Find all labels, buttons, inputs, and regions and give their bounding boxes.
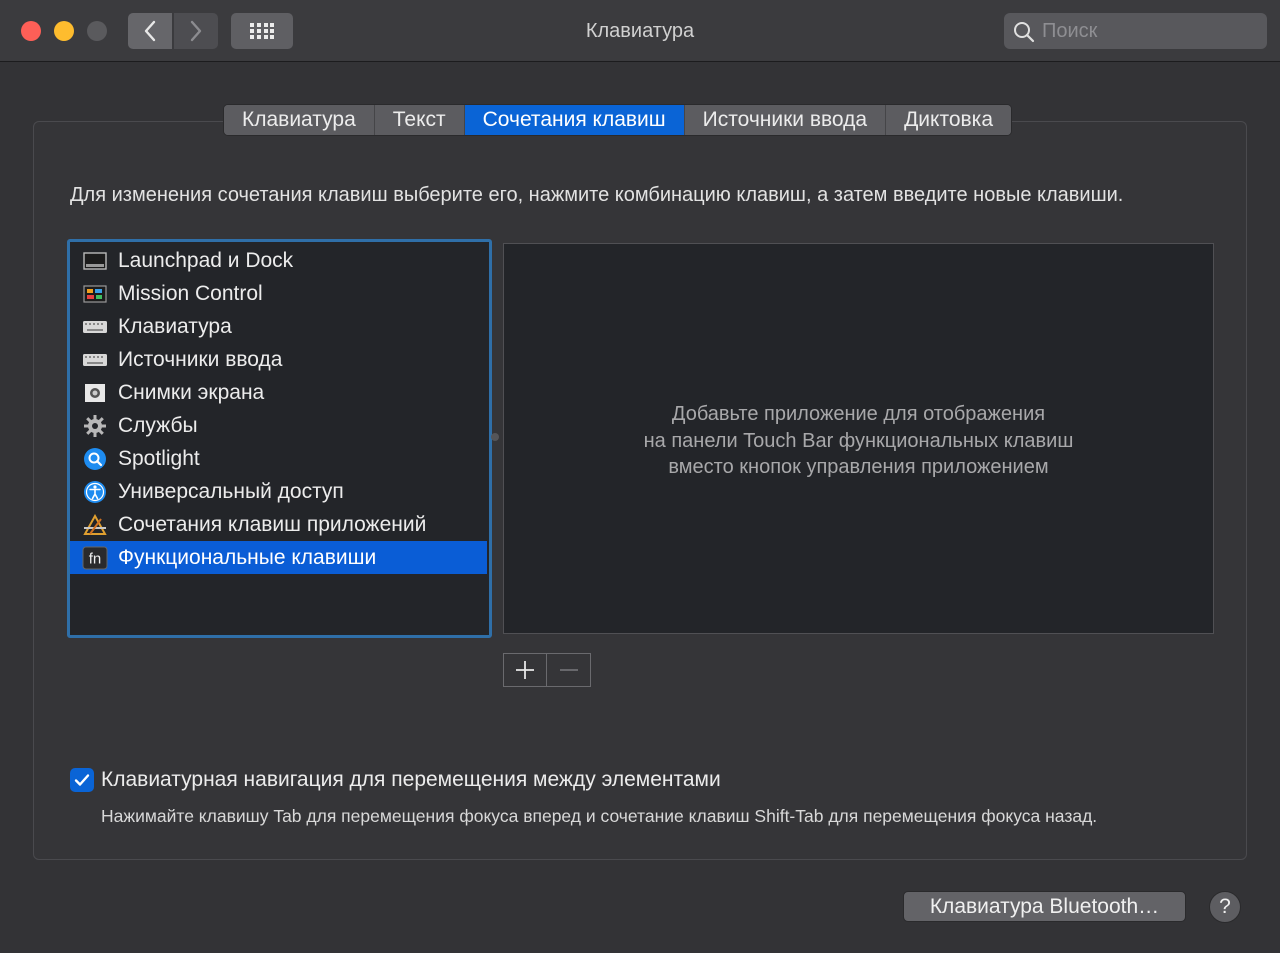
fn-icon: fn — [82, 546, 108, 570]
category-label: Источники ввода — [118, 347, 283, 371]
tab-keyboard[interactable]: Клавиатура — [224, 105, 375, 135]
category-label: Универсальный доступ — [118, 479, 344, 503]
category-label: Функциональные клавиши — [118, 545, 377, 569]
category-spotlight[interactable]: Spotlight — [70, 442, 489, 475]
tab-dictation[interactable]: Диктовка — [886, 105, 1011, 135]
mission-control-icon — [82, 282, 108, 306]
app-shortcuts-icon — [82, 513, 108, 537]
plus-icon — [516, 661, 534, 679]
add-remove-control — [503, 653, 591, 687]
keyboard-navigation-label[interactable]: Клавиатурная навигация для перемещения м… — [101, 768, 721, 792]
tab-bar: Клавиатура Текст Сочетания клавиш Источн… — [223, 104, 1012, 136]
tab-input-sources[interactable]: Источники ввода — [684, 105, 887, 135]
hint-line: Добавьте приложение для отображения — [671, 403, 1046, 425]
preferences-window: Клавиатура Клавиатура Текст Сочетания кл… — [0, 0, 1280, 953]
category-app-shortcuts[interactable]: Сочетания клавиш приложений — [70, 508, 489, 541]
search-field[interactable] — [1004, 13, 1267, 49]
category-label: Spotlight — [118, 446, 200, 470]
category-label: Клавиатура — [118, 314, 232, 338]
category-label: Launchpad и Dock — [118, 248, 294, 272]
spotlight-icon — [82, 447, 108, 471]
hint-line: вместо кнопок управления приложением — [668, 456, 1049, 478]
category-mission-control[interactable]: Mission Control — [70, 277, 489, 310]
split-view-divider[interactable] — [491, 433, 499, 441]
help-button[interactable]: ? — [1209, 891, 1241, 923]
title-bar: Клавиатура — [0, 0, 1280, 62]
remove-app-button[interactable] — [547, 654, 590, 686]
category-accessibility[interactable]: Универсальный доступ — [70, 475, 489, 508]
search-input[interactable] — [1042, 13, 1257, 49]
search-icon — [1014, 22, 1035, 43]
minus-icon — [559, 669, 578, 671]
tab-shortcuts[interactable]: Сочетания клавиш — [464, 105, 685, 135]
services-gear-icon — [82, 414, 108, 438]
accessibility-icon — [82, 480, 108, 504]
shortcut-category-list[interactable]: Launchpad и Dock Mission Control Клавиат… — [67, 239, 492, 638]
keyboard-navigation-hint: Нажимайте клавишу Tab для перемещения фо… — [101, 806, 1098, 826]
category-screenshots[interactable]: Снимки экрана — [70, 376, 489, 409]
category-label: Снимки экрана — [118, 380, 265, 404]
launchpad-dock-icon — [82, 249, 108, 273]
hint-line: на панели Touch Bar функциональных клави… — [643, 429, 1074, 452]
instructions-text: Для изменения сочетания клавиш выберите … — [70, 184, 1124, 206]
input-sources-icon — [82, 348, 108, 372]
checkmark-icon — [74, 774, 90, 786]
category-input-sources[interactable]: Источники ввода — [70, 343, 489, 376]
svg-text:fn: fn — [89, 550, 102, 567]
category-keyboard[interactable]: Клавиатура — [70, 310, 489, 343]
category-launchpad-dock[interactable]: Launchpad и Dock — [70, 244, 489, 277]
category-function-keys[interactable]: fn Функциональные клавиши — [70, 541, 487, 574]
keyboard-navigation-checkbox[interactable] — [70, 768, 94, 792]
bluetooth-keyboard-button[interactable]: Клавиатура Bluetooth… — [903, 891, 1186, 922]
category-services[interactable]: Службы — [70, 409, 489, 442]
category-label: Службы — [118, 413, 198, 437]
category-label: Mission Control — [118, 281, 263, 305]
empty-list-hint: Добавьте приложение для отображения на п… — [504, 401, 1213, 481]
category-label: Сочетания клавиш приложений — [118, 512, 427, 536]
keyboard-icon — [82, 315, 108, 339]
screenshot-icon — [82, 381, 108, 405]
tab-text[interactable]: Текст — [374, 105, 465, 135]
touchbar-app-list[interactable]: Добавьте приложение для отображения на п… — [503, 243, 1214, 634]
add-app-button[interactable] — [504, 654, 547, 686]
